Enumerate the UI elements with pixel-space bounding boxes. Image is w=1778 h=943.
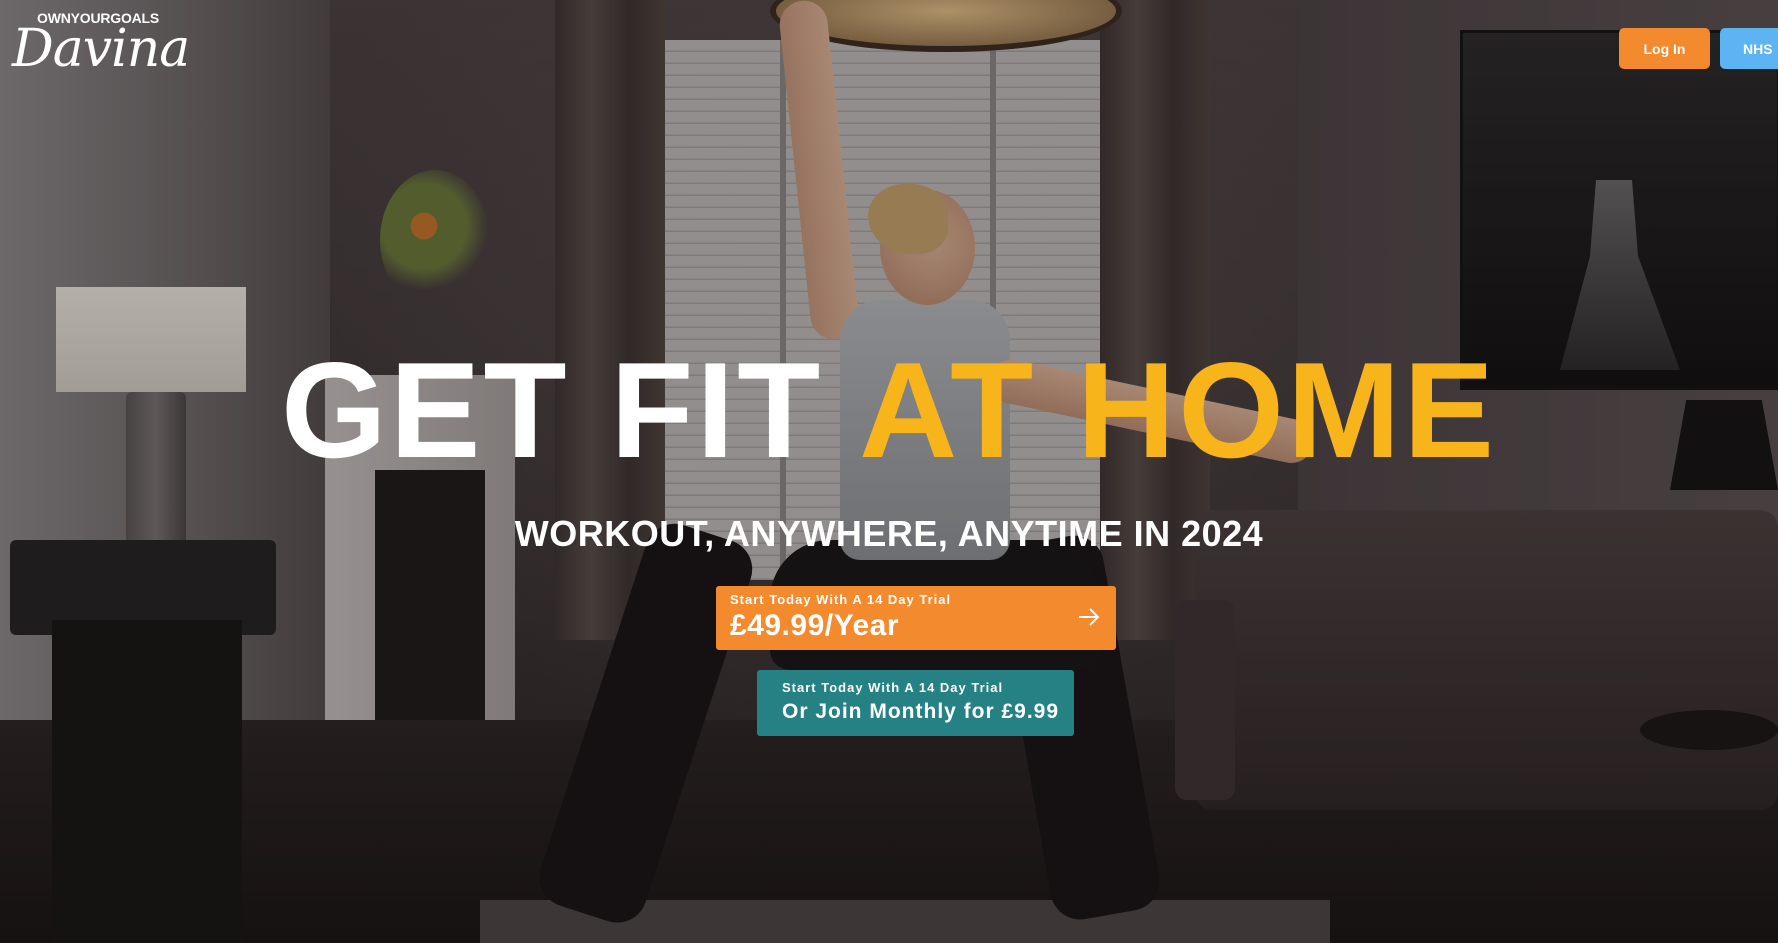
hero-headline: GET FIT AT HOME — [0, 342, 1778, 478]
arrow-right-icon — [1079, 608, 1100, 626]
yearly-price-label: £49.99/Year — [730, 609, 899, 642]
monthly-trial-label: Start Today With A 14 Day Trial — [782, 680, 1004, 695]
logo-brand-script: Davina — [12, 19, 190, 79]
monthly-trial-button[interactable]: Start Today With A 14 Day Trial Or Join … — [757, 670, 1074, 736]
monthly-price-label: Or Join Monthly for £9.99 — [782, 700, 1060, 723]
nhs-button[interactable]: NHS — [1720, 28, 1778, 69]
yearly-trial-button[interactable]: Start Today With A 14 Day Trial £49.99/Y… — [716, 586, 1116, 650]
login-button[interactable]: Log In — [1619, 28, 1710, 69]
hero-subheadline: WORKOUT, ANYWHERE, ANYTIME IN 2024 — [514, 513, 1264, 554]
site-logo[interactable]: OWNYOURGOALS Davina — [12, 10, 190, 79]
hero-section: OWNYOURGOALS Davina Log In NHS GET FIT A… — [0, 0, 1778, 943]
headline-white-part: GET FIT — [280, 334, 824, 486]
yearly-trial-label: Start Today With A 14 Day Trial — [730, 592, 952, 607]
headline-yellow-part: AT HOME — [859, 334, 1498, 486]
